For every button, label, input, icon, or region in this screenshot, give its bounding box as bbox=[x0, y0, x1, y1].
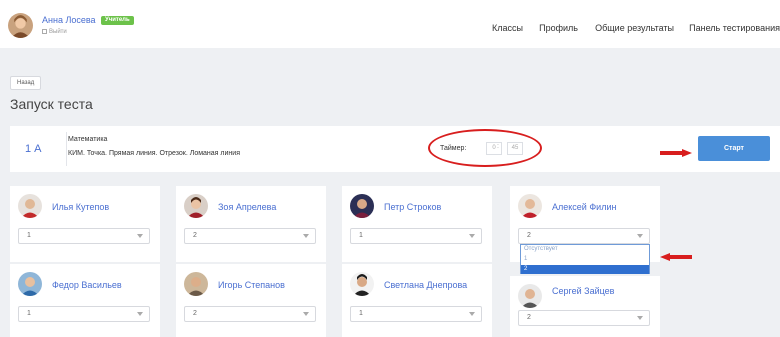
student-name: Илья Кутепов bbox=[52, 202, 110, 212]
chevron-down-icon bbox=[137, 234, 143, 238]
nav-item-classes[interactable]: Классы bbox=[492, 23, 523, 33]
grade-select-value: 2 bbox=[193, 310, 197, 317]
start-button[interactable]: Старт bbox=[698, 136, 770, 161]
student-name: Сергей Зайцев bbox=[552, 286, 615, 296]
grade-select-value: 1 bbox=[359, 232, 363, 239]
nav-item-testing-panel[interactable]: Панель тестирования bbox=[689, 23, 780, 33]
dropdown-option[interactable]: Отсутствует bbox=[521, 245, 649, 254]
role-badge: Учитель bbox=[101, 16, 134, 25]
student-card: Зоя Апрелева 2 bbox=[176, 186, 326, 262]
student-avatar bbox=[18, 272, 42, 296]
logout-icon bbox=[42, 29, 47, 34]
grade-select[interactable]: 1 bbox=[350, 228, 482, 244]
back-button[interactable]: Назад bbox=[10, 76, 42, 90]
student-card: Игорь Степанов 2 bbox=[176, 264, 326, 337]
student-name: Петр Строков bbox=[384, 202, 442, 212]
student-card: Петр Строков 1 bbox=[342, 186, 492, 262]
grade-select-value: 1 bbox=[359, 310, 363, 317]
grade-select-value: 1 bbox=[27, 232, 31, 239]
student-name: Игорь Степанов bbox=[218, 280, 285, 290]
grade-select-value: 2 bbox=[527, 314, 531, 321]
grade-select-open[interactable]: 2 bbox=[518, 228, 650, 244]
timer-highlight-annotation bbox=[428, 129, 542, 167]
grade-select[interactable]: 1 bbox=[18, 228, 150, 244]
chevron-down-icon bbox=[303, 312, 309, 316]
nav-item-results[interactable]: Общие результаты bbox=[595, 23, 674, 33]
student-name: Зоя Апрелева bbox=[218, 202, 277, 212]
dropdown-arrow-annotation bbox=[660, 253, 692, 261]
grade-select-value: 2 bbox=[193, 232, 197, 239]
grade-select[interactable]: 2 bbox=[184, 228, 316, 244]
student-avatar bbox=[184, 194, 208, 218]
class-label: 1 А bbox=[25, 143, 42, 155]
grade-select[interactable]: 1 bbox=[18, 306, 150, 322]
student-card: Светлана Днепрова 1 bbox=[342, 264, 492, 337]
logout-label: Выйти bbox=[49, 29, 67, 35]
grade-dropdown-list: Отсутствует 1 2 bbox=[520, 244, 650, 274]
student-avatar bbox=[518, 194, 542, 218]
page-title: Запуск теста bbox=[10, 96, 93, 112]
chevron-down-icon bbox=[469, 234, 475, 238]
student-avatar bbox=[350, 194, 374, 218]
chevron-down-icon bbox=[637, 316, 643, 320]
student-name: Федор Васильев bbox=[52, 280, 122, 290]
subject-label: Математика bbox=[68, 136, 108, 143]
chevron-down-icon bbox=[637, 234, 643, 238]
student-name: Светлана Днепрова bbox=[384, 280, 468, 290]
divider bbox=[66, 132, 67, 166]
start-arrow-annotation bbox=[660, 149, 692, 157]
user-avatar[interactable] bbox=[8, 13, 33, 38]
student-card: Сергей Зайцев 2 bbox=[510, 276, 660, 337]
dropdown-option-selected[interactable]: 2 bbox=[521, 265, 649, 274]
grade-select[interactable]: 1 bbox=[350, 306, 482, 322]
grade-select[interactable]: 2 bbox=[184, 306, 316, 322]
student-avatar bbox=[350, 272, 374, 296]
nav-item-profile[interactable]: Профиль bbox=[539, 23, 578, 33]
student-avatar bbox=[518, 284, 542, 308]
grade-select-value: 2 bbox=[527, 232, 531, 239]
dropdown-option[interactable]: 1 bbox=[521, 255, 649, 264]
student-card: Илья Кутепов 1 bbox=[10, 186, 160, 262]
chevron-down-icon bbox=[469, 312, 475, 316]
student-name: Алексей Филин bbox=[552, 202, 617, 212]
topics-label: КИМ. Точка. Прямая линия. Отрезок. Ломан… bbox=[68, 150, 240, 157]
user-name[interactable]: Анна Лосева bbox=[42, 15, 96, 25]
grade-select-value: 1 bbox=[27, 310, 31, 317]
logout-link[interactable]: Выйти bbox=[42, 29, 67, 35]
student-avatar bbox=[18, 194, 42, 218]
chevron-down-icon bbox=[303, 234, 309, 238]
student-card: Федор Васильев 1 bbox=[10, 264, 160, 337]
grade-select[interactable]: 2 bbox=[518, 310, 650, 326]
chevron-down-icon bbox=[137, 312, 143, 316]
student-avatar bbox=[184, 272, 208, 296]
top-header: Анна Лосева Учитель Выйти Классы Профиль… bbox=[0, 0, 780, 48]
